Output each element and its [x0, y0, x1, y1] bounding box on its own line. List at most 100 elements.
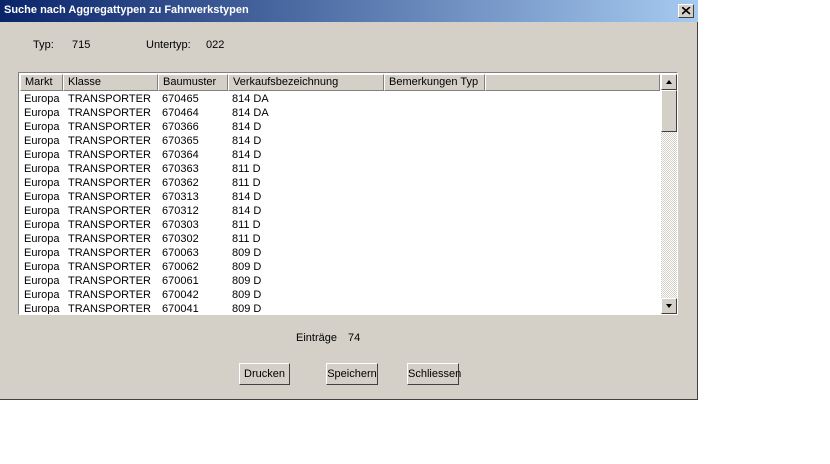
- table-cell: TRANSPORTER: [68, 177, 151, 189]
- table-row[interactable]: Europa TRANSPORTER 670366 814 D: [20, 120, 660, 134]
- table-cell: 670464: [162, 107, 199, 119]
- table-row[interactable]: Europa TRANSPORTER 670365 814 D: [20, 134, 660, 148]
- table-cell: 811 D: [232, 177, 261, 189]
- arrow-up-icon: [666, 80, 672, 84]
- table-cell: 814 D: [232, 135, 262, 147]
- column-header-verkaufsbezeichnung[interactable]: Verkaufsbezeichnung: [228, 74, 384, 91]
- table-cell: Europa: [24, 135, 60, 147]
- table-row[interactable]: Europa TRANSPORTER 670041 809 D: [20, 302, 660, 315]
- table-row[interactable]: Europa TRANSPORTER 670465 814 DA: [20, 92, 660, 106]
- column-header-markt[interactable]: Markt: [20, 74, 63, 91]
- table-cell: TRANSPORTER: [68, 247, 151, 259]
- results-list[interactable]: Markt Klasse Baumuster Verkaufsbezeichnu…: [18, 72, 678, 315]
- table-cell: TRANSPORTER: [68, 163, 151, 175]
- table-cell: 670364: [162, 149, 199, 161]
- scroll-thumb[interactable]: [661, 90, 677, 132]
- table-row[interactable]: Europa TRANSPORTER 670062 809 D: [20, 260, 660, 274]
- table-cell: Europa: [24, 219, 60, 231]
- table-cell: 670363: [162, 163, 199, 175]
- table-row[interactable]: Europa TRANSPORTER 670061 809 D: [20, 274, 660, 288]
- table-cell: TRANSPORTER: [68, 205, 151, 217]
- table-cell: 814 D: [232, 191, 262, 203]
- table-cell: 670362: [162, 177, 199, 189]
- table-cell: Europa: [24, 289, 60, 301]
- table-cell: 670302: [162, 233, 199, 245]
- table-cell: 670312: [162, 205, 199, 217]
- list-body: Europa TRANSPORTER 670465 814 DA Europa TRANS…: [20, 92, 660, 315]
- drucken-button[interactable]: Drucken: [239, 363, 290, 385]
- table-cell: 811 D: [232, 163, 261, 175]
- table-cell: TRANSPORTER: [68, 261, 151, 273]
- table-cell: Europa: [24, 107, 60, 119]
- table-row[interactable]: Europa TRANSPORTER 670302 811 D: [20, 232, 660, 246]
- table-cell: Europa: [24, 261, 60, 273]
- table-cell: 814 D: [232, 205, 262, 217]
- column-header-klasse[interactable]: Klasse: [63, 74, 158, 91]
- table-cell: Europa: [24, 121, 60, 133]
- table-cell: 809 D: [232, 303, 262, 315]
- table-cell: TRANSPORTER: [68, 107, 151, 119]
- table-cell: 670041: [162, 303, 199, 315]
- table-cell: Europa: [24, 247, 60, 259]
- table-cell: TRANSPORTER: [68, 191, 151, 203]
- window-title: Suche nach Aggregattypen zu Fahrwerkstyp…: [4, 4, 249, 16]
- schliessen-button[interactable]: Schliessen: [407, 363, 461, 385]
- table-row[interactable]: Europa TRANSPORTER 670362 811 D: [20, 176, 660, 190]
- close-button[interactable]: [678, 4, 694, 18]
- column-header-bemerkungen[interactable]: Bemerkungen Typ: [384, 74, 485, 91]
- table-row[interactable]: Europa TRANSPORTER 670363 811 D: [20, 162, 660, 176]
- table-cell: 809 D: [232, 275, 262, 287]
- typ-label: Typ:: [33, 39, 54, 51]
- column-header-filler: [485, 74, 660, 91]
- untertyp-label: Untertyp:: [146, 39, 191, 51]
- table-cell: 814 DA: [232, 93, 269, 105]
- table-cell: 814 D: [232, 121, 262, 133]
- table-cell: Europa: [24, 177, 60, 189]
- table-cell: TRANSPORTER: [68, 93, 151, 105]
- table-cell: Europa: [24, 303, 60, 315]
- table-cell: 670042: [162, 289, 199, 301]
- list-header: Markt Klasse Baumuster Verkaufsbezeichnu…: [20, 74, 660, 91]
- close-icon: [682, 7, 691, 15]
- table-cell: TRANSPORTER: [68, 219, 151, 231]
- table-cell: 670062: [162, 261, 199, 273]
- table-cell: 809 D: [232, 247, 262, 259]
- table-cell: 814 DA: [232, 107, 269, 119]
- typ-value: 715: [72, 39, 91, 51]
- table-cell: 809 D: [232, 261, 262, 273]
- vertical-scrollbar[interactable]: [661, 74, 677, 314]
- table-row[interactable]: Europa TRANSPORTER 670063 809 D: [20, 246, 660, 260]
- column-header-baumuster[interactable]: Baumuster: [158, 74, 228, 91]
- table-cell: 811 D: [232, 219, 261, 231]
- table-cell: 670365: [162, 135, 199, 147]
- title-bar[interactable]: Suche nach Aggregattypen zu Fahrwerkstyp…: [0, 0, 698, 22]
- table-cell: TRANSPORTER: [68, 289, 151, 301]
- table-cell: 670313: [162, 191, 199, 203]
- table-row[interactable]: Europa TRANSPORTER 670313 814 D: [20, 190, 660, 204]
- table-cell: 670063: [162, 247, 199, 259]
- table-cell: TRANSPORTER: [68, 233, 151, 245]
- untertyp-value: 022: [206, 39, 225, 51]
- table-cell: 811 D: [232, 233, 261, 245]
- table-row[interactable]: Europa TRANSPORTER 670042 809 D: [20, 288, 660, 302]
- table-cell: 670465: [162, 93, 199, 105]
- table-cell: 814 D: [232, 149, 262, 161]
- table-row[interactable]: Europa TRANSPORTER 670464 814 DA: [20, 106, 660, 120]
- eintraege-label: Einträge: [296, 332, 337, 344]
- eintraege-value: 74: [348, 332, 361, 344]
- table-cell: Europa: [24, 275, 60, 287]
- table-row[interactable]: Europa TRANSPORTER 670312 814 D: [20, 204, 660, 218]
- table-cell: Europa: [24, 191, 60, 203]
- table-cell: TRANSPORTER: [68, 121, 151, 133]
- dialog-window: Suche nach Aggregattypen zu Fahrwerkstyp…: [0, 0, 698, 400]
- table-cell: TRANSPORTER: [68, 303, 151, 315]
- table-cell: 809 D: [232, 289, 262, 301]
- table-cell: 670366: [162, 121, 199, 133]
- scroll-up-button[interactable]: [661, 74, 677, 90]
- speichern-button[interactable]: Speichern: [326, 363, 378, 385]
- table-cell: Europa: [24, 163, 60, 175]
- scroll-down-button[interactable]: [661, 298, 677, 314]
- table-row[interactable]: Europa TRANSPORTER 670364 814 D: [20, 148, 660, 162]
- arrow-down-icon: [666, 304, 672, 308]
- table-row[interactable]: Europa TRANSPORTER 670303 811 D: [20, 218, 660, 232]
